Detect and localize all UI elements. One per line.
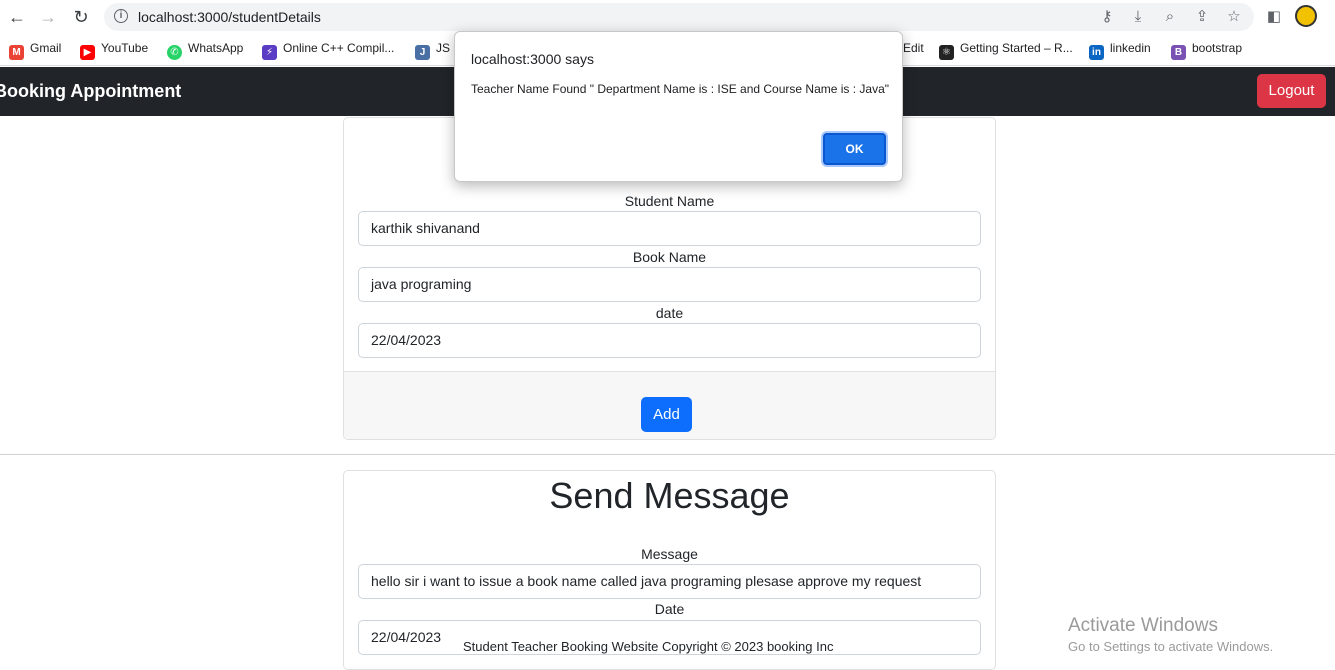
send-message-title: Send Message (549, 475, 790, 516)
footer-copyright: Student Teacher Booking Website Copyrigh… (463, 639, 834, 654)
forward-icon[interactable]: → (37, 6, 59, 28)
address-bar[interactable]: i localhost:3000/studentDetails (104, 3, 1254, 31)
dialog-title: localhost:3000 says (471, 51, 594, 67)
js-icon: J (415, 45, 430, 60)
bookmark-edit[interactable]: Edit (903, 41, 924, 55)
dialog-ok-button[interactable]: OK (823, 133, 886, 165)
star-icon[interactable]: ☆ (1224, 7, 1244, 27)
gmail-icon: M (9, 45, 24, 60)
alert-dialog: localhost:3000 says Teacher Name Found "… (454, 31, 903, 182)
compiler-icon: ⚡ (262, 45, 277, 60)
bookmark-gmail[interactable]: M Gmail (9, 41, 61, 60)
book-name-input[interactable]: java programing (358, 267, 981, 302)
share-icon[interactable]: ⇪ (1192, 7, 1212, 27)
activate-windows-title: Activate Windows (1068, 615, 1218, 636)
logout-button[interactable]: Logout (1257, 74, 1326, 108)
whatsapp-icon: ✆ (167, 45, 182, 60)
book-name-label: Book Name (632, 249, 707, 265)
reload-icon[interactable]: ↻ (70, 6, 92, 28)
site-info-icon[interactable]: i (114, 9, 128, 23)
bookmark-compiler[interactable]: ⚡ Online C++ Compil... (262, 41, 394, 60)
url-text: localhost:3000/studentDetails (138, 9, 321, 25)
navbar-brand[interactable]: Booking Appointment (0, 81, 181, 102)
message-label: Message (641, 546, 698, 562)
section-divider (0, 454, 1335, 455)
key-icon[interactable]: ⚷ (1097, 7, 1117, 27)
date-input[interactable]: 22/04/2023 (358, 323, 981, 358)
bookmark-whatsapp[interactable]: ✆ WhatsApp (167, 41, 243, 60)
linkedin-icon: in (1089, 45, 1104, 60)
bookmark-linkedin[interactable]: in linkedin (1089, 41, 1151, 60)
side-panel-icon[interactable]: ◧ (1264, 7, 1284, 27)
dialog-message: Teacher Name Found " Department Name is … (471, 82, 890, 96)
booking-card-footer: Add (344, 371, 995, 439)
bookmark-react[interactable]: ⚛ Getting Started – R... (939, 41, 1073, 60)
message-date-label: Date (654, 601, 685, 617)
activate-windows-subtitle: Go to Settings to activate Windows. (1068, 639, 1274, 654)
bookmark-youtube[interactable]: ▶ YouTube (80, 41, 148, 60)
profile-avatar[interactable] (1295, 5, 1317, 27)
youtube-icon: ▶ (80, 45, 95, 60)
bookmark-bootstrap[interactable]: Bbootstrap (1171, 41, 1242, 60)
bootstrap-icon: B (1171, 45, 1186, 60)
react-icon: ⚛ (939, 45, 954, 60)
zoom-icon[interactable]: ⌕ (1160, 7, 1180, 27)
add-button[interactable]: Add (641, 397, 692, 432)
install-icon[interactable]: ⤓ (1128, 7, 1148, 27)
browser-toolbar: ← → ↻ i localhost:3000/studentDetails ⚷ … (0, 0, 1335, 34)
date-label: date (655, 305, 684, 321)
bookmark-js[interactable]: J JS I (415, 41, 457, 60)
student-name-input[interactable]: karthik shivanand (358, 211, 981, 246)
back-icon[interactable]: ← (6, 6, 28, 28)
message-input[interactable]: hello sir i want to issue a book name ca… (358, 564, 981, 599)
student-name-label: Student Name (624, 193, 715, 209)
